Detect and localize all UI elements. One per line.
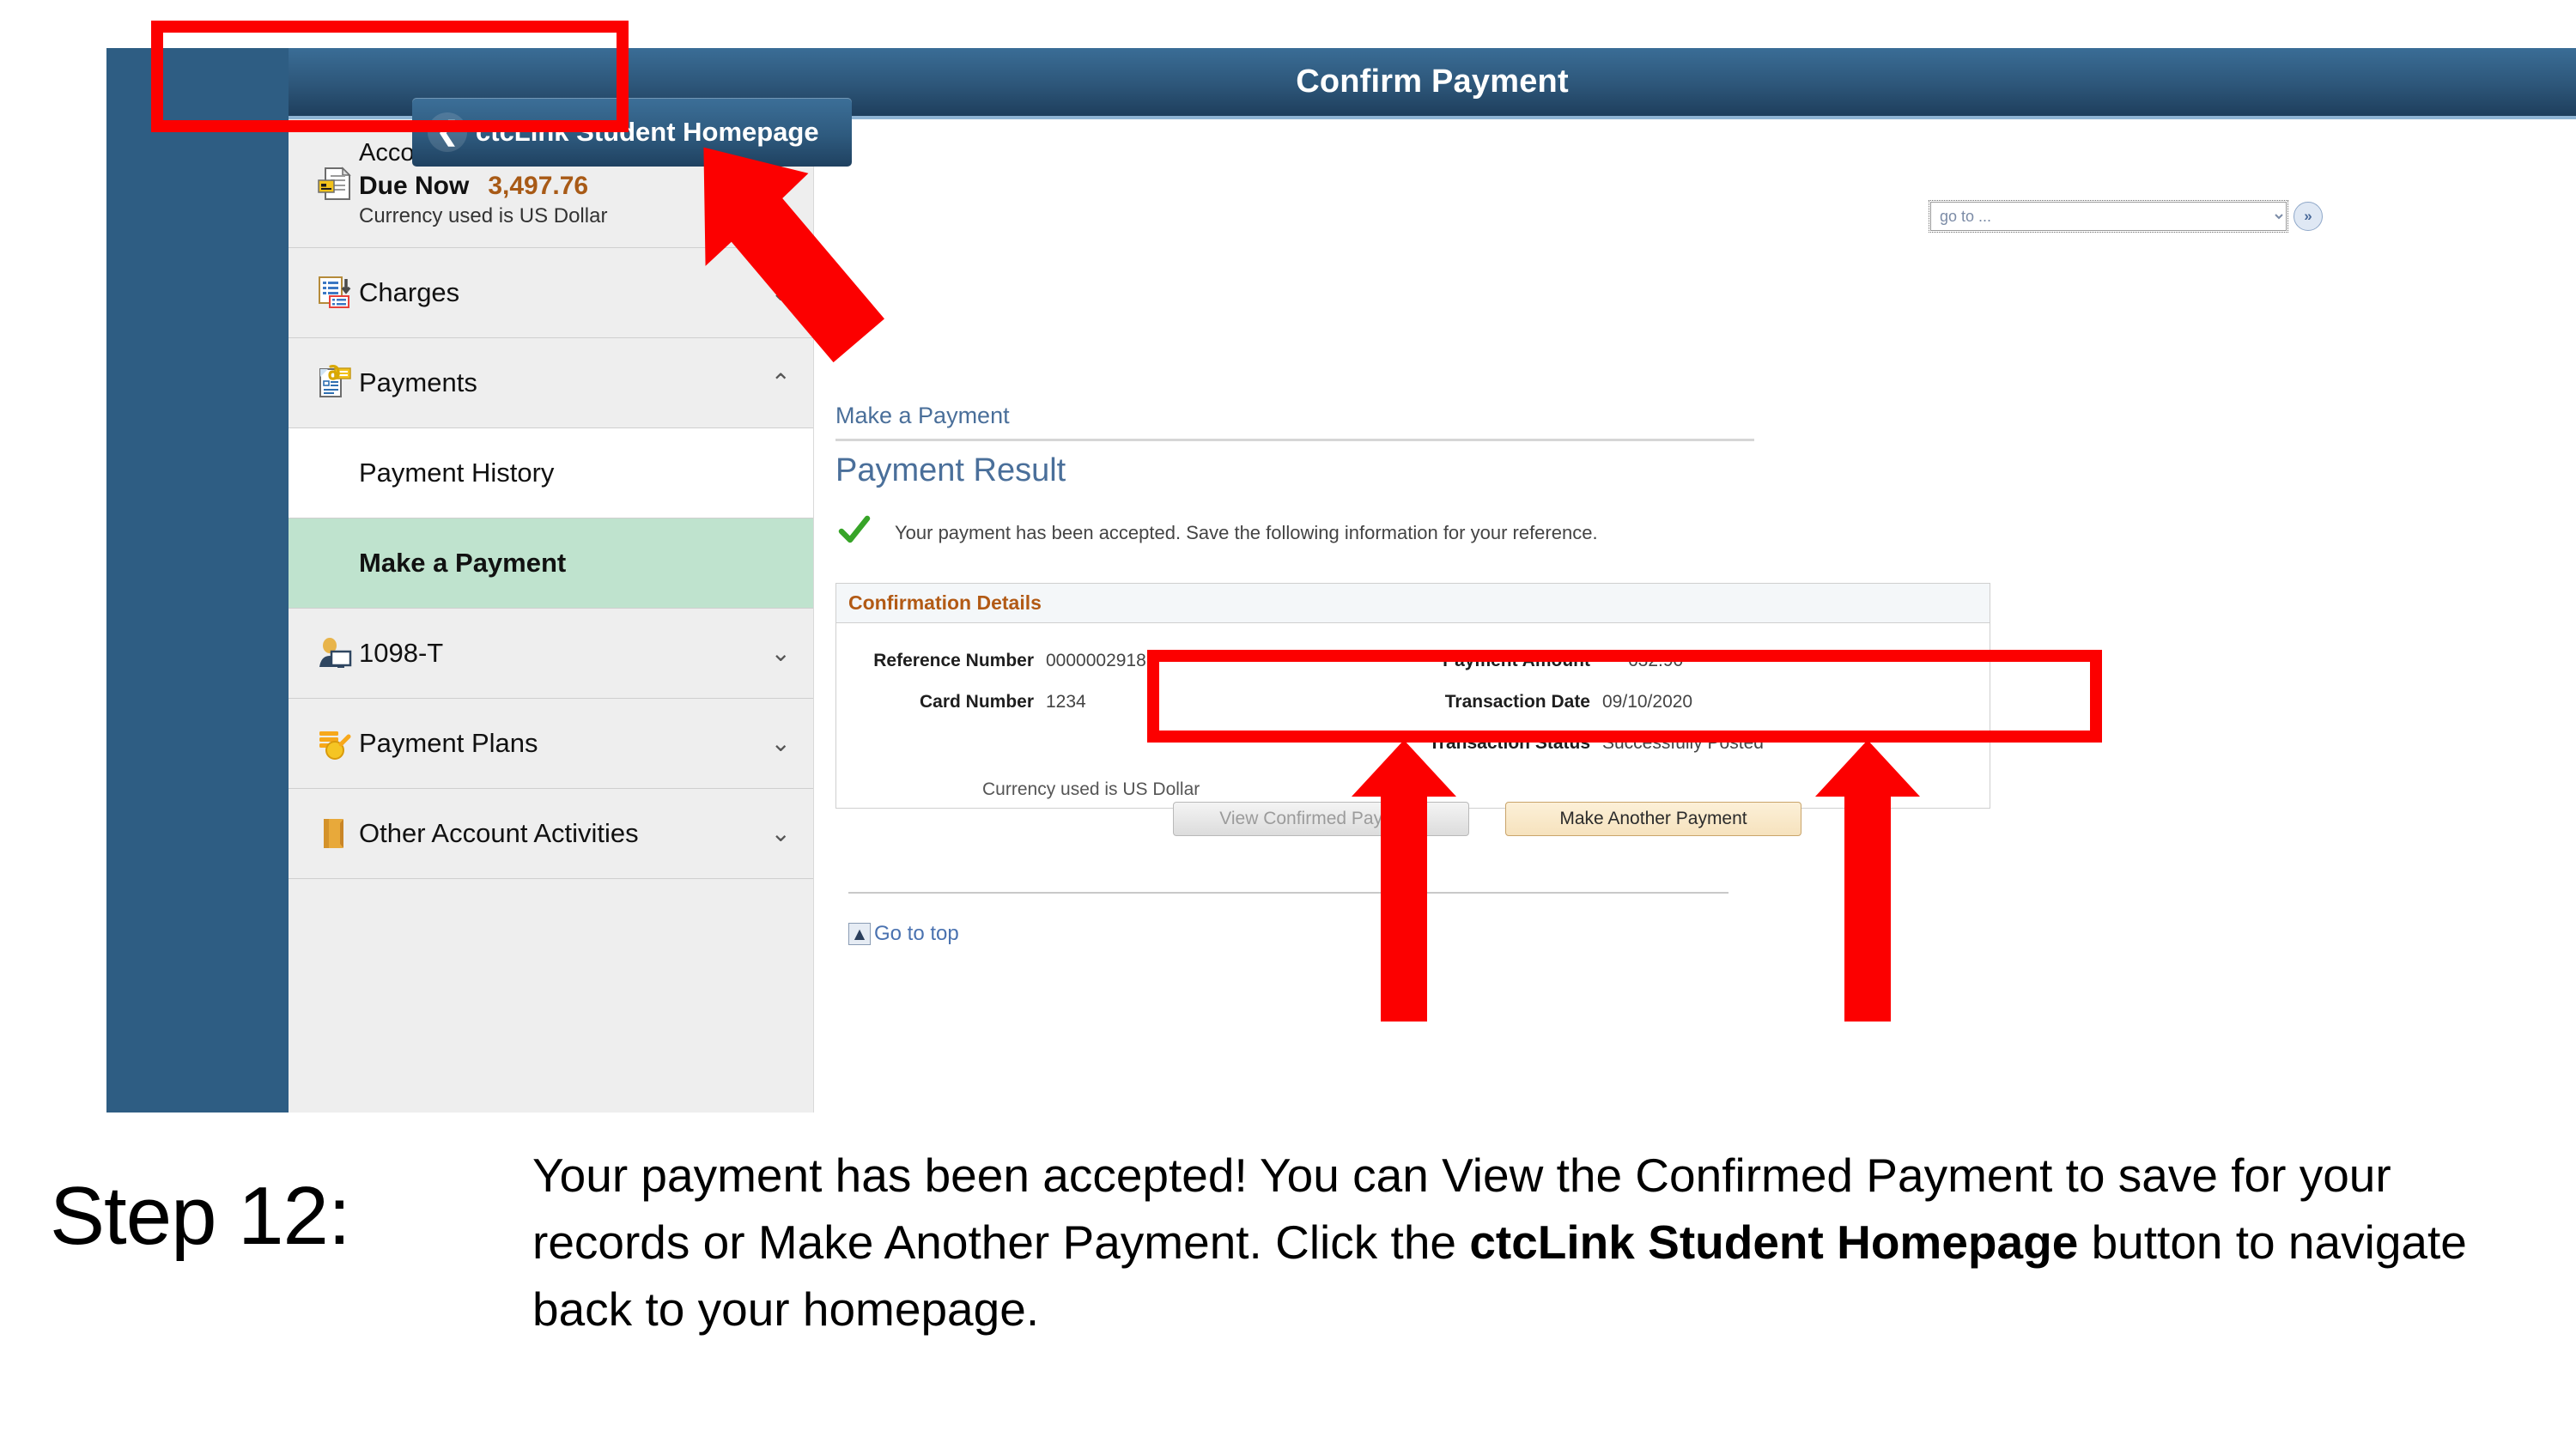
page-title: Confirm Payment	[1296, 64, 1569, 100]
sidebar-item-1098t[interactable]: 1098-T ⌄	[289, 609, 813, 699]
step-label: Step 12:	[50, 1170, 351, 1262]
chevron-down-icon[interactable]: ⌄	[771, 822, 791, 846]
caption-text: Your payment has been accepted! You can …	[532, 1142, 2542, 1343]
left-rail	[106, 48, 289, 1113]
field-reference-number: Reference Number 0000002918	[836, 651, 1146, 671]
status-message-row: Your payment has been accepted. Save the…	[838, 514, 1598, 551]
field-value: 1234	[1046, 692, 1086, 712]
highlight-box-homepage-button	[151, 21, 629, 132]
callout-arrow-to-view-confirmed-payment	[1352, 740, 1456, 1022]
go-to-top-icon: ▲	[848, 923, 871, 945]
breadcrumb[interactable]: Make a Payment	[835, 403, 1010, 429]
payments-icon	[311, 364, 359, 402]
sidebar-subitem-label: Make a Payment	[359, 548, 567, 578]
balance-due-amount: 3,497.76	[488, 171, 589, 200]
callout-arrow-to-make-another-payment	[1815, 740, 1920, 1022]
action-button-row: View Confirmed Payment Make Another Paym…	[1173, 802, 1801, 836]
go-to-control: go to ... »	[1929, 200, 2323, 233]
chevron-down-icon[interactable]: ⌄	[771, 731, 791, 755]
balance-due-label: Due Now	[359, 171, 470, 200]
coins-stack-icon	[311, 724, 359, 762]
status-message: Your payment has been accepted. Save the…	[895, 521, 1598, 543]
field-label: Reference Number	[873, 651, 1034, 670]
application-screenshot: Confirm Payment ❮ ctcLink Student Homepa…	[106, 48, 2576, 1113]
sidebar-item-other-account-activities[interactable]: Other Account Activities ⌄	[289, 789, 813, 879]
highlight-box-action-buttons	[1147, 650, 2102, 743]
sidebar-item-make-a-payment[interactable]: Make a Payment	[289, 518, 813, 609]
caption-part-1: Your payment has been accepted! You can …	[532, 1149, 2118, 1202]
go-to-select[interactable]: go to ...	[1929, 200, 2288, 233]
invoice-icon	[311, 164, 359, 203]
green-check-icon	[838, 514, 871, 551]
chevron-down-icon[interactable]: ⌄	[771, 641, 791, 665]
sidebar-item-label: Payment Plans	[359, 728, 538, 758]
go-to-top-link[interactable]: ▲ Go to top	[848, 922, 959, 946]
go-to-top-label: Go to top	[874, 922, 959, 945]
folder-icon	[311, 815, 359, 852]
field-label: Card Number	[919, 692, 1034, 712]
field-card-number: Card Number 1234	[836, 692, 1086, 712]
caption-bold-phrase: ctcLink Student Homepage	[1469, 1216, 2079, 1270]
content-page-title: Payment Result	[835, 452, 1066, 488]
slide-canvas: Confirm Payment ❮ ctcLink Student Homepa…	[0, 0, 2576, 1449]
sidebar-item-payment-history[interactable]: Payment History	[289, 428, 813, 518]
make-another-payment-button[interactable]: Make Another Payment	[1505, 802, 1801, 836]
double-chevron-right-icon[interactable]: »	[2293, 202, 2323, 231]
field-value: 0000002918	[1046, 651, 1146, 670]
footer-divider	[848, 892, 1728, 894]
confirmation-details-title: Confirmation Details	[836, 584, 1990, 623]
sidebar-item-payment-plans[interactable]: Payment Plans ⌄	[289, 699, 813, 789]
sidebar-item-label: 1098-T	[359, 638, 444, 668]
main-content: go to ... » Make a Payment Payment Resul…	[814, 119, 2576, 1113]
charges-list-icon	[311, 274, 359, 312]
sidebar-item-label: Other Account Activities	[359, 818, 639, 848]
sidebar-subitem-label: Payment History	[359, 458, 555, 488]
confirmation-currency-note: Currency used is US Dollar	[982, 779, 1200, 799]
breadcrumb-divider	[835, 439, 1754, 441]
callout-arrow-to-homepage-button	[703, 147, 884, 363]
person-monitor-icon	[311, 634, 359, 672]
